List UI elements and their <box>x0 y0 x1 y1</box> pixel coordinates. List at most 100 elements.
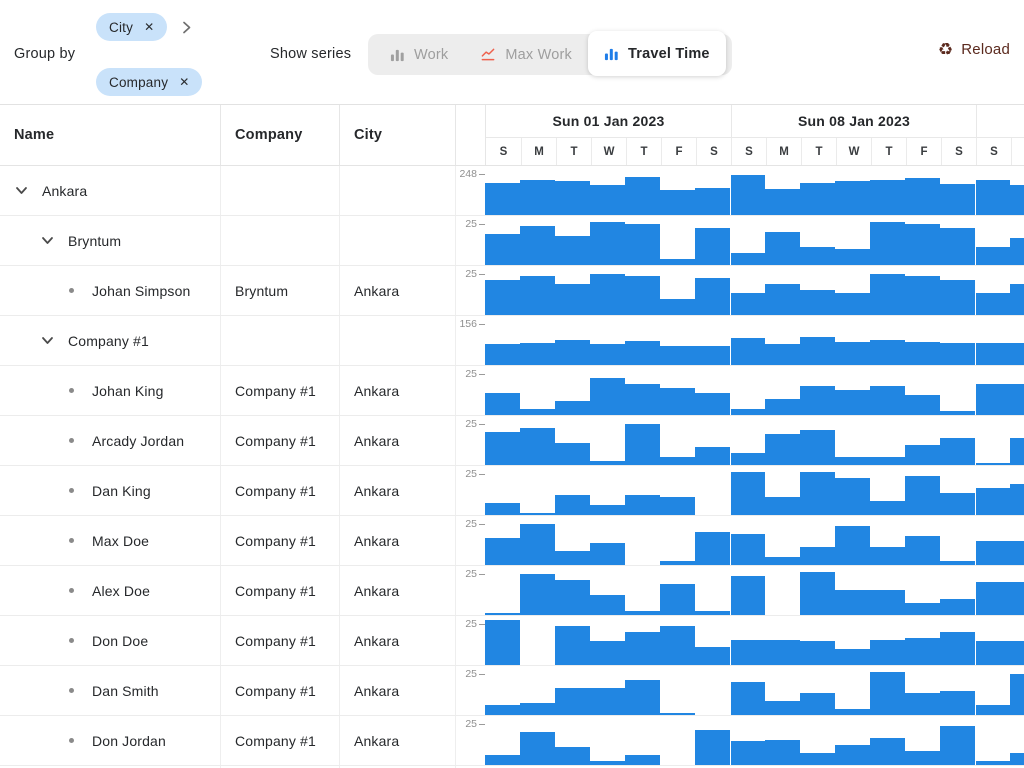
histogram-bar <box>835 249 870 265</box>
reload-button[interactable]: ♻ Reload <box>938 41 1010 58</box>
histogram-bar <box>730 472 765 515</box>
histogram-bar <box>590 761 625 765</box>
histogram-bar <box>660 626 695 665</box>
histogram-bar <box>590 222 625 265</box>
histogram-bar <box>975 582 1010 615</box>
name-cell[interactable]: Arcady Jordan <box>0 416 220 465</box>
group-tag-company[interactable]: Company ✕ <box>96 68 202 96</box>
column-header-city[interactable]: City <box>339 105 455 165</box>
axis-max-label: 25 <box>465 268 477 280</box>
histogram-bar <box>520 703 555 715</box>
histogram-bar <box>590 461 625 465</box>
axis-max-label: 25 <box>465 718 477 730</box>
axis-cell: 248 <box>455 166 485 215</box>
grid: Name Company City Sun 01 Jan 2023Sun 08 … <box>0 104 1024 768</box>
name-cell[interactable]: Dan Smith <box>0 666 220 715</box>
histogram-bar <box>660 457 695 465</box>
histogram-bar <box>730 453 765 465</box>
histogram-bar <box>800 641 835 665</box>
bullet-icon <box>69 738 74 743</box>
histogram-bar <box>590 595 625 615</box>
table-row: Don JordanCompany #1Ankara25 <box>0 716 1024 766</box>
name-cell[interactable]: Alex Doe <box>0 566 220 615</box>
day-header-cell: T <box>871 138 906 165</box>
histogram-bar <box>1010 753 1024 765</box>
name-cell[interactable]: Company #1 <box>0 316 220 365</box>
city-cell: Ankara <box>339 266 455 315</box>
histogram-bar <box>520 180 555 215</box>
series-button-max-work[interactable]: Max Work <box>464 34 588 75</box>
column-header-name[interactable]: Name <box>0 105 220 165</box>
name-cell[interactable]: Don Doe <box>0 616 220 665</box>
histogram-bar <box>765 640 800 665</box>
histogram-bar <box>520 524 555 565</box>
histogram-bar <box>660 497 695 515</box>
histogram-bar <box>975 488 1010 515</box>
histogram-bar <box>1010 343 1024 365</box>
axis-cell: 25 <box>455 716 485 765</box>
histogram-bar <box>730 338 765 365</box>
remove-tag-icon[interactable]: ✕ <box>179 75 189 89</box>
histogram-cell <box>485 666 1024 715</box>
day-header-cell: T <box>556 138 591 165</box>
histogram-bar <box>520 226 555 265</box>
histogram-bar <box>870 640 905 665</box>
chevron-down-icon[interactable] <box>40 333 55 348</box>
name-cell[interactable]: Don Jordan <box>0 716 220 765</box>
table-row: Don DoeCompany #1Ankara25 <box>0 616 1024 666</box>
axis-cell: 156 <box>455 316 485 365</box>
histogram-bar <box>695 188 730 215</box>
table-row: Bryntum 25 <box>0 216 1024 266</box>
histogram-bar <box>625 755 660 765</box>
remove-tag-icon[interactable]: ✕ <box>144 20 154 34</box>
axis-max-label: 25 <box>465 418 477 430</box>
chevron-down-icon[interactable] <box>40 233 55 248</box>
name-cell[interactable]: Bryntum <box>0 216 220 265</box>
histogram-bar <box>625 680 660 715</box>
chevron-down-icon[interactable] <box>14 183 29 198</box>
series-button-label: Travel Time <box>628 46 710 62</box>
histogram-bar <box>765 232 800 265</box>
row-name-label: Don Jordan <box>92 733 166 749</box>
day-header-cell: S <box>731 138 766 165</box>
histogram-bar <box>905 224 940 265</box>
table-row: Dan KingCompany #1Ankara25 <box>0 466 1024 516</box>
histogram-bar <box>695 611 730 615</box>
histogram-bar <box>975 293 1010 315</box>
histogram-bar <box>485 183 520 215</box>
histogram-bar <box>940 691 975 715</box>
name-cell[interactable]: Max Doe <box>0 516 220 565</box>
histogram-bar <box>800 472 835 515</box>
chevron-right-icon[interactable] <box>179 20 194 35</box>
column-header-axis-spacer <box>455 105 485 165</box>
name-cell[interactable]: Johan King <box>0 366 220 415</box>
name-cell[interactable]: Ankara <box>0 166 220 215</box>
name-cell[interactable]: Johan Simpson <box>0 266 220 315</box>
histogram-bar <box>1010 284 1024 315</box>
histogram-cell <box>485 166 1024 215</box>
column-header-company[interactable]: Company <box>220 105 339 165</box>
histogram-bar <box>730 175 765 215</box>
series-button-label: Max Work <box>505 47 572 63</box>
histogram-bar <box>695 447 730 465</box>
histogram-bar <box>870 457 905 465</box>
histogram-bar <box>905 536 940 565</box>
histogram-cell <box>485 566 1024 615</box>
histogram-bar <box>870 386 905 415</box>
row-name-label: Bryntum <box>68 233 121 249</box>
row-name-label: Alex Doe <box>92 583 150 599</box>
row-name-label: Johan King <box>92 383 164 399</box>
histogram-bar <box>870 738 905 765</box>
histogram-bar <box>940 632 975 665</box>
axis-cell: 25 <box>455 216 485 265</box>
histogram-bar <box>695 278 730 315</box>
row-name-label: Don Doe <box>92 633 148 649</box>
series-button-work[interactable]: Work <box>374 34 464 75</box>
series-button-travel-time[interactable]: Travel Time <box>588 31 726 76</box>
histogram-bar <box>940 438 975 465</box>
histogram-bar <box>520 276 555 315</box>
group-by-label: Group by <box>14 46 75 62</box>
week-header-cell: Sun 01 Jan 2023 <box>486 105 731 137</box>
group-tag-city[interactable]: City ✕ <box>96 13 167 41</box>
name-cell[interactable]: Dan King <box>0 466 220 515</box>
